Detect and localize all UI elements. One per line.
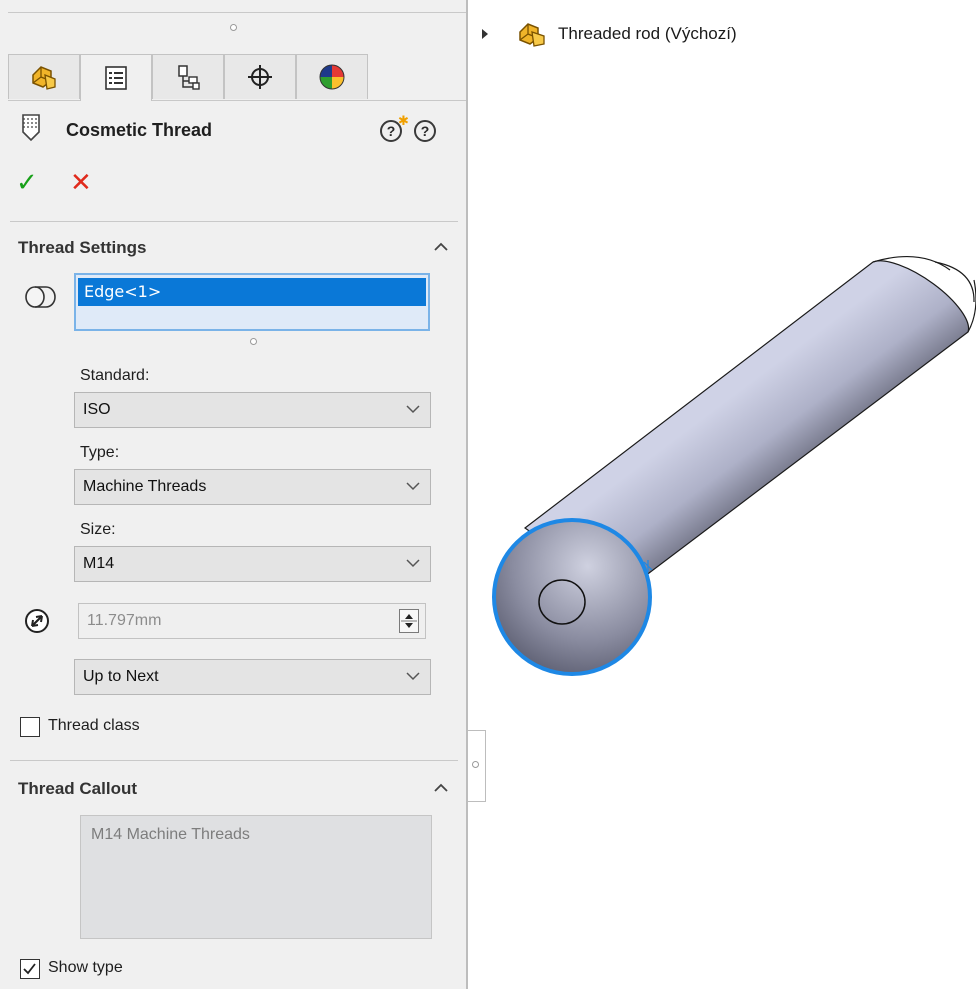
part-icon (519, 23, 545, 47)
appearance-icon (319, 64, 345, 90)
standard-label: Standard: (80, 367, 150, 384)
header-divider (10, 221, 458, 222)
tab-property-manager[interactable] (80, 54, 152, 101)
property-manager-header: Cosmetic Thread ? ✱ ? (18, 108, 458, 152)
end-condition-value: Up to Next (83, 668, 159, 685)
part-name-label: Threaded rod (Výchozí) (558, 24, 737, 44)
configuration-name: (Výchozí) (664, 24, 737, 43)
configuration-icon (178, 65, 200, 90)
help-icon[interactable]: ? (414, 120, 436, 142)
thread-class-checkbox[interactable] (20, 717, 40, 737)
end-condition-select[interactable]: Up to Next (74, 659, 431, 695)
size-select[interactable]: M14 (74, 546, 431, 582)
collapse-handle-dot (472, 761, 479, 768)
thread-class-label[interactable]: Thread class (48, 717, 140, 735)
standard-value: ISO (83, 401, 111, 418)
show-type-label[interactable]: Show type (48, 959, 123, 977)
tab-display-manager[interactable] (296, 54, 368, 99)
manager-tabs (8, 54, 466, 101)
show-type-checkbox[interactable] (20, 959, 40, 979)
checkmark-icon (23, 963, 36, 975)
panel-collapse-handle[interactable] (468, 730, 486, 802)
edge-selection-item[interactable]: Edge<1> (78, 278, 426, 306)
cancel-button[interactable]: ✕ (70, 170, 92, 196)
standard-select[interactable]: ISO (74, 392, 431, 428)
whats-new-help-glyph: ? (386, 123, 396, 139)
chevron-down-icon (406, 559, 420, 568)
size-value: M14 (83, 555, 115, 572)
chevron-down-icon (406, 405, 420, 414)
thread-callout-text: M14 Machine Threads (91, 826, 250, 843)
panel-splitter[interactable] (466, 0, 468, 989)
thread-settings-title: Thread Settings (18, 238, 147, 257)
panel-top-bar (8, 0, 466, 52)
resize-grip[interactable] (230, 24, 237, 31)
minor-diameter-spinner[interactable] (399, 609, 419, 633)
tab-feature-manager[interactable] (8, 54, 80, 99)
minor-diameter-field[interactable]: 11.797mm (78, 603, 426, 639)
spinner-arrows-icon (401, 614, 417, 628)
part-name: Threaded rod (558, 24, 661, 43)
size-label: Size: (80, 521, 116, 538)
whats-new-star-icon: ✱ (398, 114, 409, 129)
edge-selection-list[interactable]: Edge<1> (74, 273, 430, 331)
edge-selection-icon (25, 286, 56, 308)
minor-diameter-value: 11.797mm (87, 612, 162, 629)
part-icon (32, 66, 56, 90)
threaded-rod-model[interactable] (492, 255, 976, 676)
collapse-thread-callout-icon[interactable] (432, 779, 450, 797)
crosshair-icon (248, 65, 272, 89)
help-glyph: ? (420, 123, 430, 139)
expand-arrow-icon[interactable] (482, 29, 488, 39)
page-title: Cosmetic Thread (66, 120, 213, 140)
top-divider (8, 12, 466, 13)
property-manager-panel: Cosmetic Thread ? ✱ ? ✓ ✕ Thread Setting… (0, 0, 468, 989)
minor-diameter-icon (25, 609, 49, 633)
type-value: Machine Threads (83, 478, 207, 495)
type-select[interactable]: Machine Threads (74, 469, 431, 505)
ok-button[interactable]: ✓ (16, 170, 38, 196)
cosmetic-thread-icon (22, 114, 40, 142)
thread-callout-title: Thread Callout (18, 779, 138, 798)
property-list-icon (105, 66, 127, 90)
tab-dimxpert-manager[interactable] (224, 54, 296, 99)
section-divider (10, 760, 458, 761)
type-label: Type: (80, 444, 120, 461)
graphics-viewport[interactable] (480, 240, 976, 700)
list-resize-grip[interactable] (250, 338, 257, 345)
tab-configuration-manager[interactable] (152, 54, 224, 99)
thread-callout-textbox[interactable]: M14 Machine Threads (80, 815, 432, 939)
collapse-thread-settings-icon[interactable] (432, 238, 450, 256)
chevron-down-icon (406, 482, 420, 491)
chevron-down-icon (406, 672, 420, 681)
